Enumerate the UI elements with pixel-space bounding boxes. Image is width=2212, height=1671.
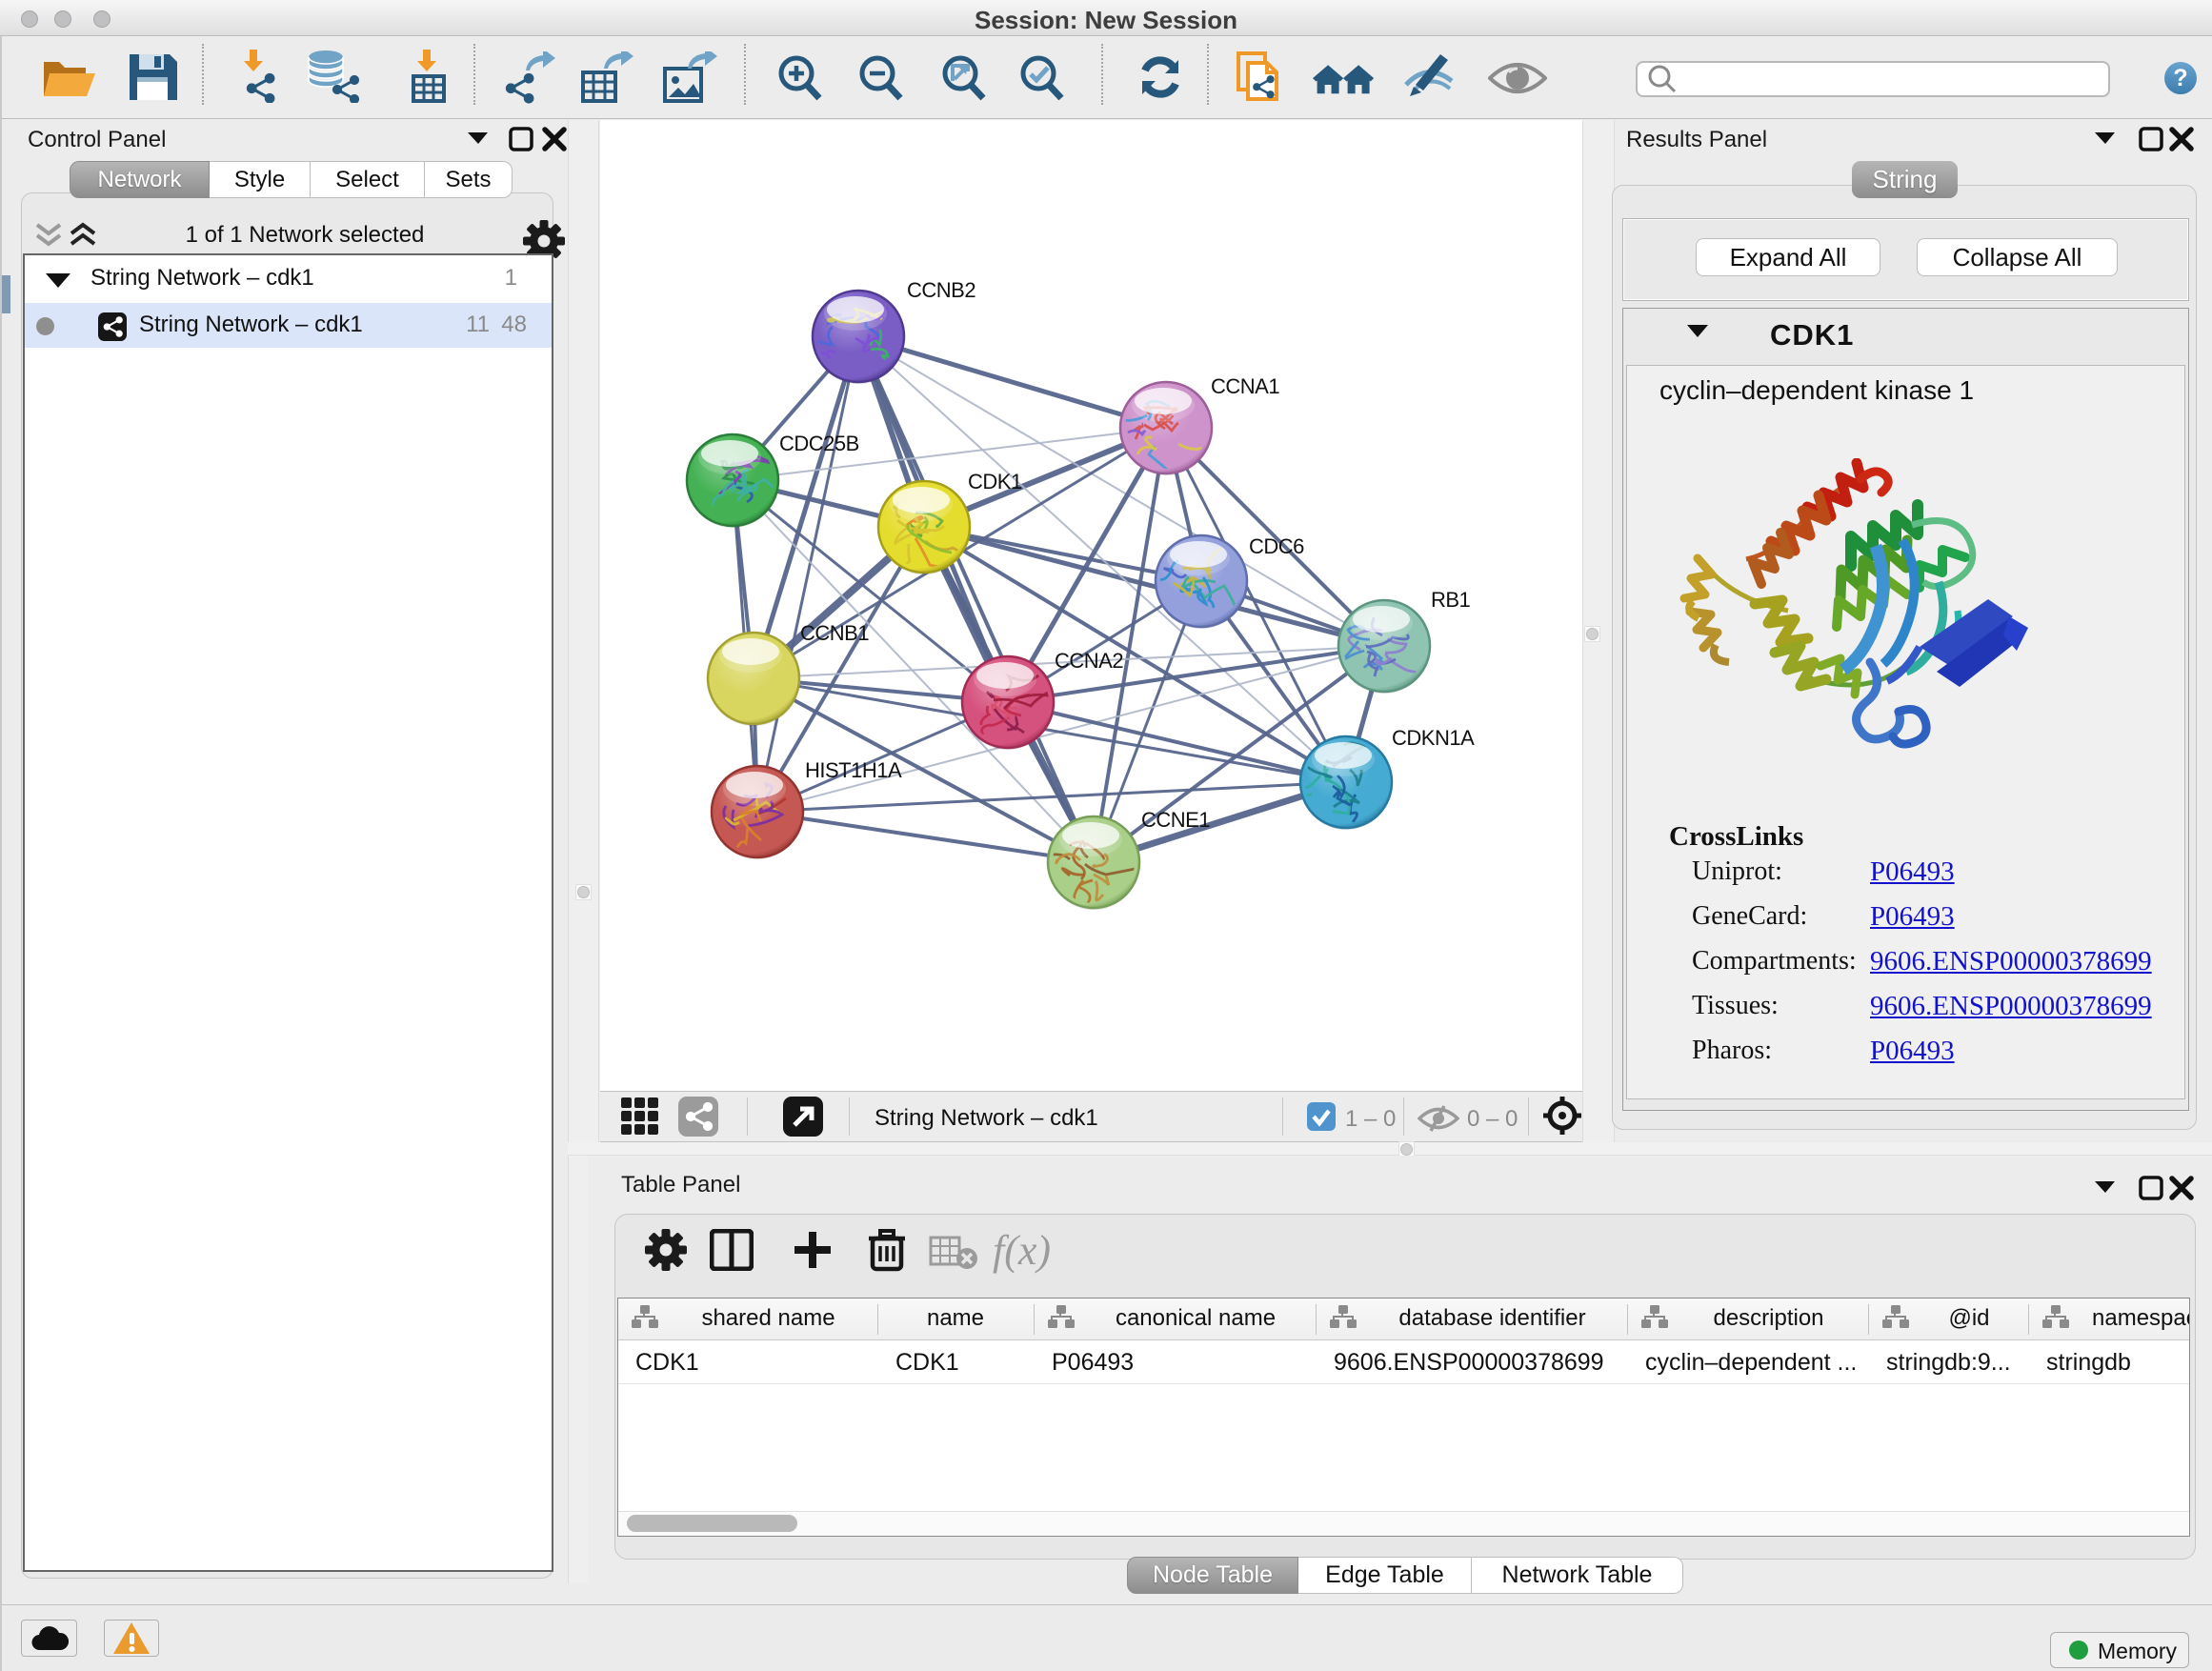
svg-text:CDK1: CDK1	[968, 470, 1022, 493]
svg-text:CDC6: CDC6	[1249, 534, 1304, 558]
svg-text:CCNA2: CCNA2	[1055, 649, 1123, 673]
svg-text:CDKN1A: CDKN1A	[1392, 726, 1475, 750]
svg-text:CCNE1: CCNE1	[1141, 808, 1210, 832]
svg-text:CDC25B: CDC25B	[779, 432, 859, 455]
svg-text:?: ?	[2173, 65, 2187, 91]
svg-text:CCNA1: CCNA1	[1211, 374, 1279, 398]
svg-text:RB1: RB1	[1431, 588, 1471, 612]
svg-text:CCNB2: CCNB2	[907, 278, 975, 302]
svg-text:CCNB1: CCNB1	[800, 621, 869, 645]
svg-text:HIST1H1A: HIST1H1A	[805, 758, 902, 782]
